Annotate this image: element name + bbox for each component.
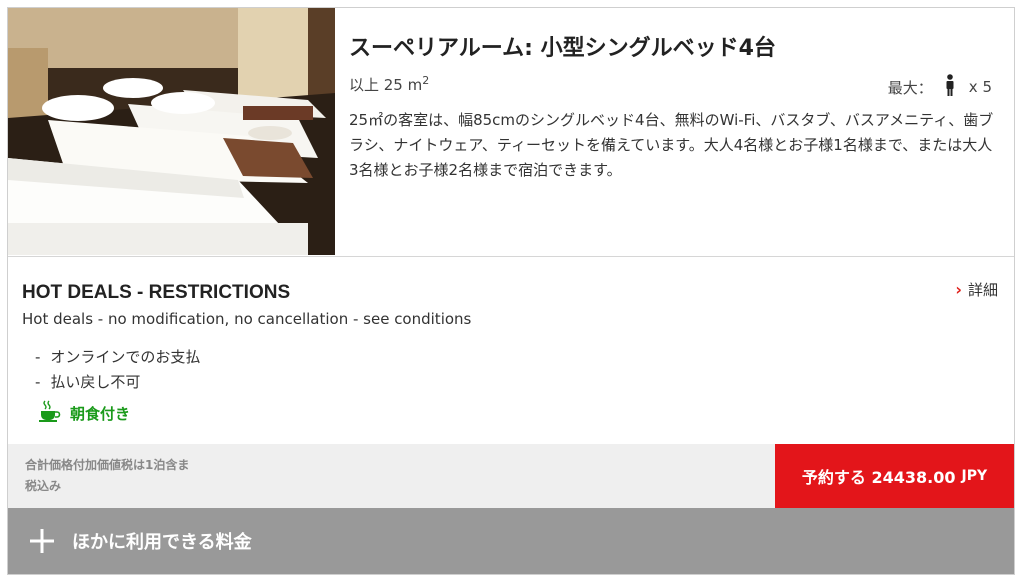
restrictions-title: HOT DEALS - RESTRICTIONS <box>22 282 291 303</box>
max-occupancy-label: 最大： <box>887 78 933 97</box>
list-dash: - <box>35 348 41 366</box>
restrictions-subtitle: Hot deals - no modification, no cancella… <box>22 310 472 328</box>
tax-note-line: 合計価格付加価値税は1泊含ま <box>25 458 190 472</box>
room-info-section: スーペリアルーム: 小型シングルベッド4台 以上 25 m2 最大： x 5 2… <box>8 8 1014 257</box>
person-icon <box>945 74 955 100</box>
room-size: 以上 25 m2 <box>349 74 429 95</box>
max-occupancy: 最大： x 5 <box>888 74 992 100</box>
list-dash: - <box>35 373 41 391</box>
conditions-list: - オンラインでのお支払 - 払い戻し不可 <box>35 345 200 395</box>
price-bar: 合計価格付加価値税は1泊含ま 税込み 予約する 24438.00 JPY <box>8 444 1014 508</box>
max-occupancy-count: x 5 <box>968 78 992 96</box>
tax-note-line: 税込み <box>25 479 62 493</box>
other-rates-toggle[interactable]: ほかに利用できる料金 <box>8 508 1014 574</box>
details-label: 詳細 <box>967 281 998 299</box>
book-button-label: 予約する 24438.00 <box>801 468 956 487</box>
room-rate-card: スーペリアルーム: 小型シングルベッド4台 以上 25 m2 最大： x 5 2… <box>7 7 1015 575</box>
room-size-unit-exponent: 2 <box>422 74 430 87</box>
other-rates-label: ほかに利用できる料金 <box>72 532 252 553</box>
breakfast-included: 朝食付き <box>38 400 130 426</box>
room-size-value: 以上 25 m <box>349 76 423 94</box>
list-item: - オンラインでのお支払 <box>35 345 200 370</box>
book-button-currency: JPY <box>961 468 988 484</box>
condition-text: 払い戻し不可 <box>50 373 141 391</box>
plus-icon <box>30 529 54 553</box>
coffee-cup-icon <box>38 400 70 426</box>
room-description: 25㎡の客室は、幅85cmのシングルベッド4台、無料のWi-Fi、バスタブ、バス… <box>349 111 994 179</box>
chevron-right-icon: › <box>955 280 962 299</box>
list-item: - 払い戻し不可 <box>35 370 200 395</box>
details-link[interactable]: › 詳細 <box>955 279 998 300</box>
room-title: スーペリアルーム: 小型シングルベッド4台 <box>349 36 776 61</box>
tax-note: 合計価格付加価値税は1泊含ま 税込み <box>25 455 189 497</box>
book-button[interactable]: 予約する 24438.00 JPY <box>775 444 1014 508</box>
condition-text: オンラインでのお支払 <box>50 348 201 366</box>
room-photo[interactable] <box>8 8 335 255</box>
breakfast-label: 朝食付き <box>70 404 131 423</box>
